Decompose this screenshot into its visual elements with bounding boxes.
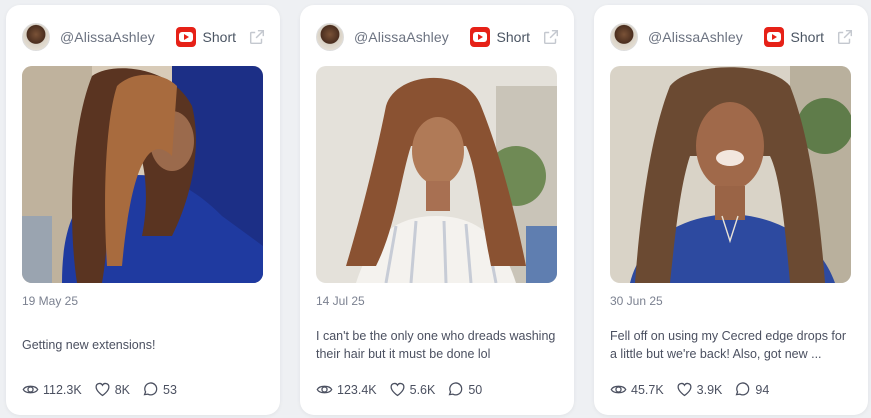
views-stat: 45.7K <box>610 381 664 398</box>
post-date: 30 Jun 25 <box>610 294 663 308</box>
likes-stat: 8K <box>94 381 130 398</box>
comments-stat: 50 <box>447 381 482 398</box>
creator-handle[interactable]: @AlissaAshley <box>648 29 764 45</box>
comments-stat: 94 <box>734 381 769 398</box>
avatar[interactable] <box>610 23 638 51</box>
engagement-stats: 45.7K 3.9K 94 <box>610 381 781 398</box>
comment-icon <box>448 382 463 396</box>
comment-icon <box>735 382 750 396</box>
video-thumbnail[interactable] <box>610 66 851 283</box>
post-card[interactable]: @AlissaAshley Short 19 May 25 Getting ne… <box>6 5 280 415</box>
views-count: 45.7K <box>631 382 664 397</box>
engagement-stats: 112.3K 8K 53 <box>22 381 189 398</box>
youtube-shorts-icon <box>175 27 196 47</box>
comments-stat: 53 <box>142 381 177 398</box>
card-header: @AlissaAshley Short <box>610 19 854 55</box>
eye-icon <box>610 385 627 394</box>
eye-icon <box>22 385 39 394</box>
post-caption: Fell off on using my Cecred edge drops f… <box>610 329 847 361</box>
post-type-label: Short <box>202 29 236 45</box>
likes-stat: 3.9K <box>676 381 723 398</box>
post-date: 19 May 25 <box>22 294 79 308</box>
eye-icon <box>316 385 333 394</box>
post-date: 14 Jul 25 <box>316 294 365 308</box>
post-caption: I can't be the only one who dreads washi… <box>316 329 556 361</box>
views-count: 123.4K <box>337 382 377 397</box>
card-header: @AlissaAshley Short <box>316 19 560 55</box>
post-card[interactable]: @AlissaAshley Short 30 Jun 25 Fell off o… <box>594 5 868 415</box>
likes-stat: 5.6K <box>389 381 436 398</box>
views-count: 112.3K <box>43 382 82 397</box>
views-stat: 123.4K <box>316 381 377 398</box>
card-header: @AlissaAshley Short <box>22 19 266 55</box>
external-link-icon[interactable] <box>248 28 266 46</box>
video-thumbnail[interactable] <box>22 66 263 283</box>
external-link-icon[interactable] <box>542 28 560 46</box>
comments-count: 50 <box>468 382 483 397</box>
creator-handle[interactable]: @AlissaAshley <box>354 29 470 45</box>
video-thumbnail[interactable] <box>316 66 557 283</box>
likes-count: 8K <box>114 382 130 397</box>
heart-icon <box>95 382 110 397</box>
post-caption: Getting new extensions! <box>22 338 156 352</box>
youtube-shorts-icon <box>763 27 784 47</box>
creator-handle[interactable]: @AlissaAshley <box>60 29 176 45</box>
youtube-shorts-icon <box>469 27 490 47</box>
post-type-label: Short <box>790 29 824 45</box>
likes-count: 5.6K <box>409 382 436 397</box>
comments-count: 53 <box>163 382 177 397</box>
likes-count: 3.9K <box>696 382 723 397</box>
avatar[interactable] <box>22 23 50 51</box>
heart-icon <box>390 382 405 397</box>
comments-count: 94 <box>755 382 770 397</box>
heart-icon <box>677 382 692 397</box>
comment-icon <box>143 382 158 396</box>
post-type-label: Short <box>496 29 530 45</box>
avatar[interactable] <box>316 23 344 51</box>
external-link-icon[interactable] <box>836 28 854 46</box>
post-card[interactable]: @AlissaAshley Short 14 Jul 25 I can't be… <box>300 5 574 415</box>
engagement-stats: 123.4K 5.6K 50 <box>316 381 494 398</box>
views-stat: 112.3K <box>22 381 82 398</box>
